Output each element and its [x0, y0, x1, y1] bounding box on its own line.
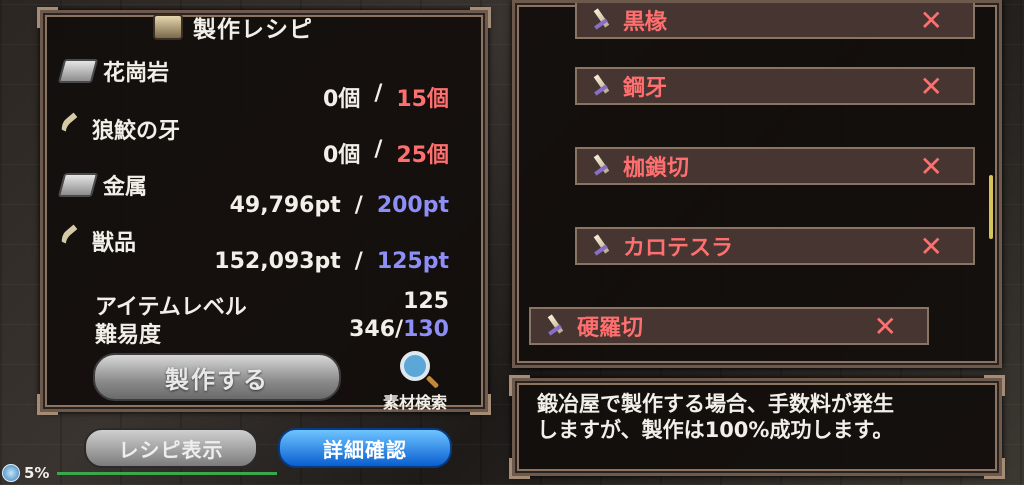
material-name: 獣品	[92, 231, 137, 256]
list-item-name: 黒椽	[623, 10, 668, 35]
list-item-name: カロテスラ	[623, 236, 734, 261]
material-name-row: 獣品	[55, 224, 137, 258]
message-panel: 鍛冶屋で製作する場合、手数料が発生 しますが、製作は100%成功します。	[509, 375, 1005, 479]
craft-button[interactable]: 製作する	[93, 353, 341, 401]
unavailable-x-icon: ✕	[919, 69, 943, 103]
need-count: 125pt	[376, 249, 449, 274]
material-name-row: 狼鮫の牙	[55, 112, 181, 146]
recipe-title-bar: 製作レシピ	[153, 11, 313, 43]
recipe-panel: 製作レシピ 花崗岩 0個 / 15個 狼鮫の牙 0個 / 25個 金属 49,7…	[37, 7, 491, 415]
difficulty-value: 346/	[349, 317, 404, 342]
material-search-label: 素材検索	[382, 393, 447, 412]
magnifier-icon	[400, 351, 430, 381]
have-count: 0個	[323, 87, 361, 112]
have-count: 49,796pt	[229, 193, 341, 218]
message-text: 鍛冶屋で製作する場合、手数料が発生 しますが、製作は100%成功します。	[537, 391, 981, 444]
sword-icon	[545, 316, 565, 336]
ingot-icon	[57, 59, 99, 83]
material-quantity: 49,796pt / 200pt	[230, 193, 449, 218]
weapon-list-panel: 黒椽 ✕ 鋼牙 ✕ 枷鎖切 ✕ カロテスラ ✕ 硬羅切 ✕	[512, 0, 1002, 368]
have-count: 0個	[323, 143, 361, 168]
material-quantity: 0個 / 15個	[323, 81, 449, 113]
list-item[interactable]: 黒椽 ✕	[575, 3, 975, 39]
unavailable-x-icon: ✕	[919, 3, 943, 37]
need-count: 25個	[396, 143, 449, 168]
separator: /	[374, 81, 383, 106]
globe-icon	[2, 464, 20, 482]
message-line: 鍛冶屋で製作する場合、手数料が発生	[537, 392, 894, 416]
fang-icon	[55, 112, 90, 146]
unavailable-x-icon: ✕	[873, 309, 897, 343]
difficulty-label: 難易度	[95, 323, 162, 348]
status-indicator: 5%	[2, 464, 278, 482]
need-count: 15個	[396, 87, 449, 112]
separator: /	[374, 137, 383, 162]
have-count: 152,093pt	[214, 249, 341, 274]
material-name: 狼鮫の牙	[92, 119, 181, 144]
detail-confirm-button[interactable]: 詳細確認	[278, 428, 452, 468]
material-name-row: 金属	[57, 169, 148, 201]
list-item-name: 硬羅切	[577, 316, 644, 341]
list-item-selected[interactable]: 硬羅切 ✕	[529, 307, 929, 345]
list-item[interactable]: 枷鎖切 ✕	[575, 147, 975, 185]
list-scrollbar[interactable]	[989, 175, 993, 239]
chest-icon	[153, 14, 183, 40]
difficulty-required: 130	[403, 317, 449, 342]
difficulty-values: 346/130	[349, 317, 449, 349]
material-quantity: 152,093pt / 125pt	[214, 249, 449, 274]
recipe-display-button[interactable]: レシピ表示	[84, 428, 258, 468]
list-item[interactable]: カロテスラ ✕	[575, 227, 975, 265]
material-quantity: 0個 / 25個	[323, 137, 449, 169]
need-count: 200pt	[376, 193, 449, 218]
material-name-row: 花崗岩	[57, 55, 170, 87]
unavailable-x-icon: ✕	[919, 229, 943, 263]
message-line: しますが、製作は100%成功します。	[537, 418, 894, 443]
material-search-button[interactable]: 素材検索	[375, 351, 455, 413]
list-item-name: 鋼牙	[623, 76, 668, 101]
status-percent: 5%	[24, 464, 50, 482]
difficulty-row: 難易度 346/130	[95, 317, 449, 349]
list-item[interactable]: 鋼牙 ✕	[575, 67, 975, 105]
separator: /	[354, 193, 363, 218]
sword-icon	[591, 76, 611, 96]
list-item-name: 枷鎖切	[623, 156, 690, 181]
separator: /	[354, 249, 363, 274]
recipe-title: 製作レシピ	[193, 17, 313, 43]
fang-icon	[55, 224, 90, 258]
unavailable-x-icon: ✕	[919, 149, 943, 183]
sword-icon	[591, 156, 611, 176]
material-name: 金属	[103, 175, 148, 200]
sword-icon	[591, 10, 611, 30]
sword-icon	[591, 236, 611, 256]
status-bar	[57, 471, 278, 475]
material-name: 花崗岩	[103, 61, 170, 86]
ingot-icon	[57, 173, 99, 197]
